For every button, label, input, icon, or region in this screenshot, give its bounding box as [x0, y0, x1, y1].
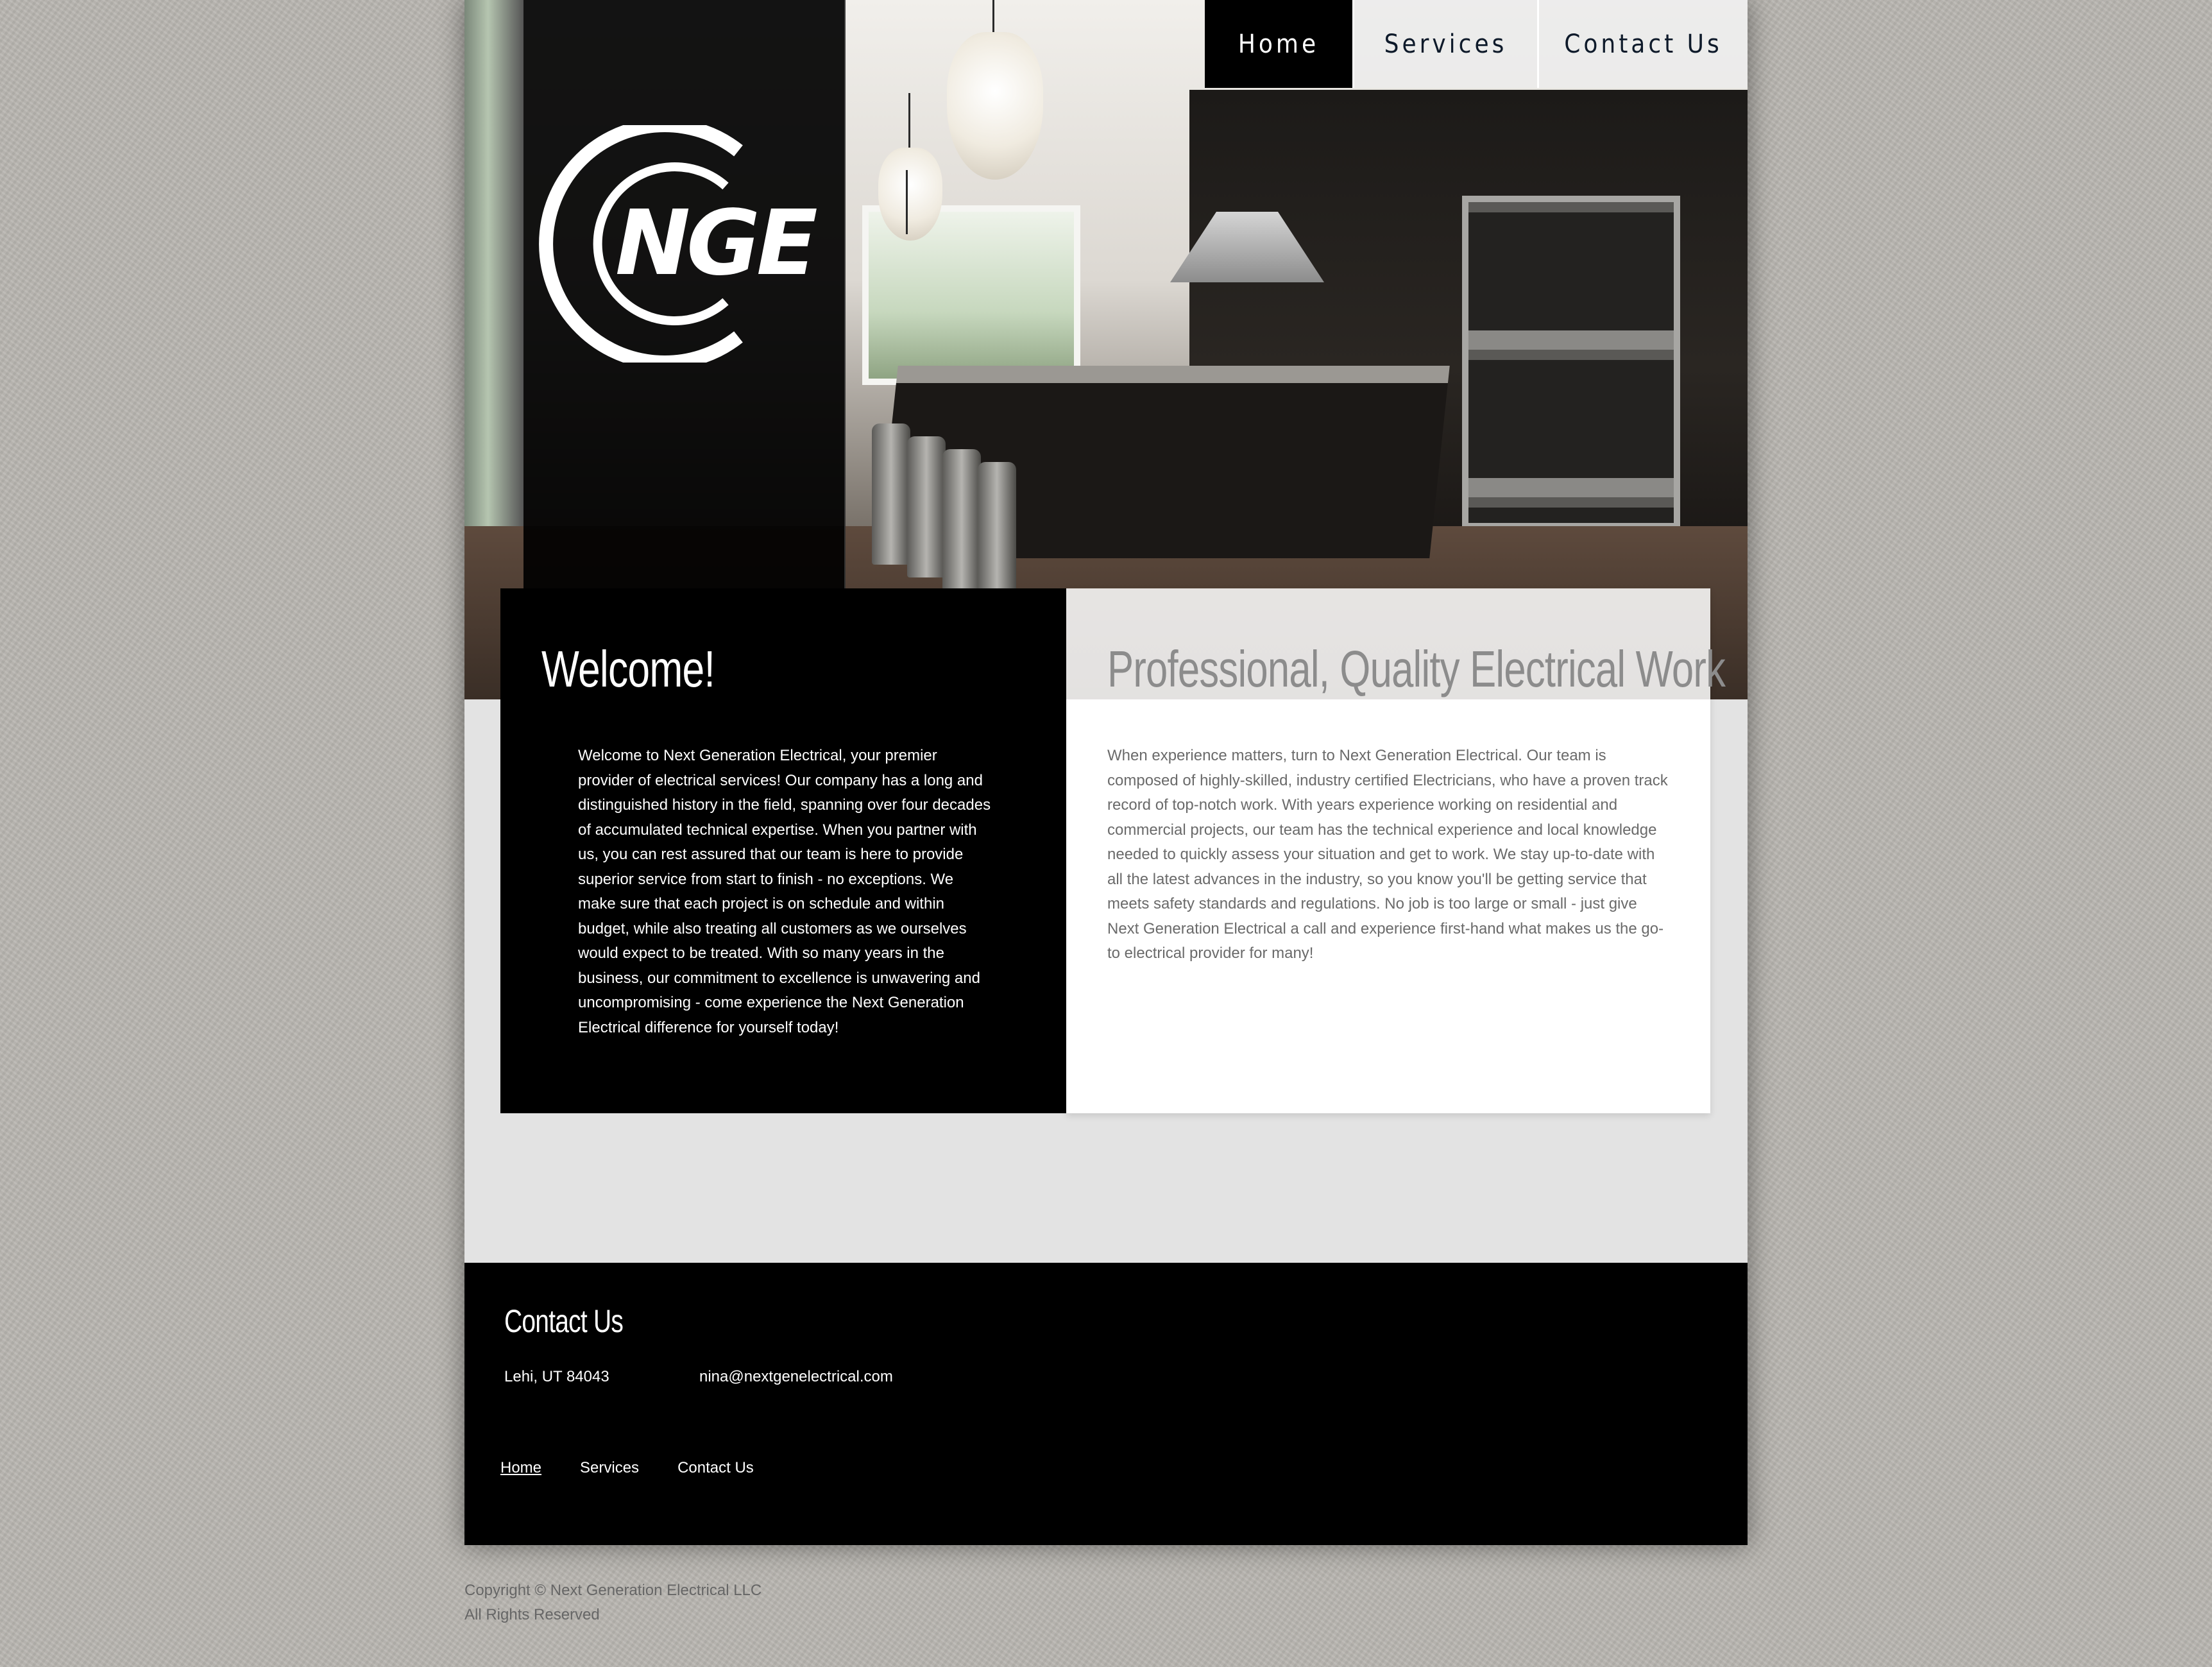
- bar-stool: [942, 449, 981, 590]
- footer-link-home[interactable]: Home: [500, 1459, 541, 1477]
- main-nav: Home Services Contact Us: [1205, 0, 1748, 88]
- copyright-notice: Copyright © Next Generation Electrical L…: [464, 1578, 761, 1627]
- logo-panel: NGE: [523, 0, 846, 590]
- footer-contact-heading: Contact Us: [504, 1303, 624, 1339]
- nav-home-tab[interactable]: Home: [1205, 0, 1352, 88]
- pendant-light: [947, 32, 1043, 180]
- bar-stool: [978, 462, 1016, 603]
- bar-stool: [872, 423, 910, 565]
- welcome-heading: Welcome!: [541, 640, 715, 697]
- logo-text: NGE: [615, 191, 817, 296]
- hero-window-left: [464, 0, 523, 526]
- welcome-section: Welcome! Welcome to Next Generation Elec…: [500, 588, 1066, 1113]
- bar-stool: [907, 436, 946, 577]
- footer-email-link[interactable]: nina@nextgenelectrical.com: [699, 1368, 893, 1386]
- footer-address: Lehi, UT 84043: [504, 1368, 609, 1385]
- professional-section: Professional, Quality Electrical Work Wh…: [1066, 588, 1726, 1113]
- professional-text: When experience matters, turn to Next Ge…: [1107, 747, 1668, 962]
- footer-link-services[interactable]: Services: [580, 1459, 639, 1477]
- footer: Contact Us Lehi, UT 84043 nina@nextgenel…: [464, 1263, 1748, 1545]
- hero-oven: [1462, 196, 1680, 529]
- professional-heading: Professional, Quality Electrical Work: [1107, 640, 1726, 697]
- welcome-text: Welcome to Next Generation Electrical, y…: [578, 747, 991, 1036]
- rights-line: All Rights Reserved: [464, 1606, 600, 1623]
- pendant-light: [878, 148, 942, 241]
- copyright-line: Copyright © Next Generation Electrical L…: [464, 1582, 762, 1599]
- nav-services-tab[interactable]: Services: [1352, 0, 1537, 88]
- pendant-cord: [906, 170, 908, 234]
- footer-link-contact[interactable]: Contact Us: [677, 1459, 754, 1477]
- nav-contact-tab[interactable]: Contact Us: [1537, 0, 1748, 88]
- nge-logo: NGE: [539, 125, 821, 363]
- site-container: NGE Home Services Contact Us Welcome! We…: [464, 0, 1748, 1545]
- footer-nav: Home Services Contact Us: [500, 1459, 754, 1477]
